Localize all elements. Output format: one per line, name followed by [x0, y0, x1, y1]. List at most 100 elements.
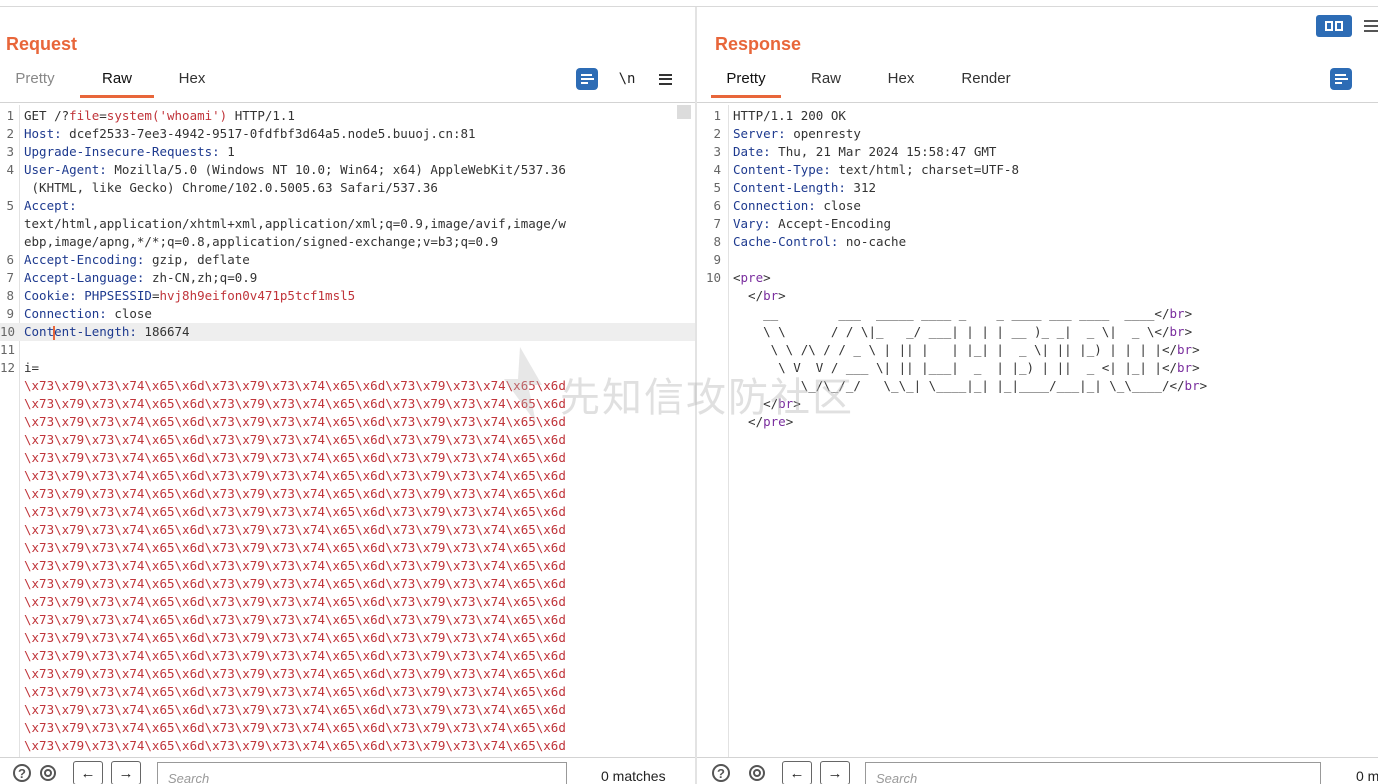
code-token: file: [69, 108, 100, 123]
tab-request-pretty[interactable]: Pretty: [6, 67, 64, 95]
code-line: \x73\x79\x73\x74\x65\x6d\x73\x79\x73\x74…: [0, 539, 695, 557]
code-token: \x73\x79\x73\x74\x65\x6d\x73\x79\x73\x74…: [24, 648, 566, 663]
code-line: 7 Vary: Accept-Encoding: [697, 215, 1378, 233]
code-line: \x73\x79\x73\x74\x65\x6d\x73\x79\x73\x74…: [0, 521, 695, 539]
response-next-match-button[interactable]: →: [819, 761, 851, 784]
line-content: Cache-Control: no-cache: [733, 233, 906, 251]
code-line: 6 Connection: close: [697, 197, 1378, 215]
code-line: \x73\x79\x73\x74\x65\x6d\x73\x79\x73\x74…: [0, 629, 695, 647]
code-token: Connection:: [24, 306, 107, 321]
code-line: 2 Host: dcef2533-7ee3-4942-9517-0fdfbf3d6…: [0, 125, 695, 143]
code-token: Connection:: [733, 198, 816, 213]
response-lines: 1 HTTP/1.1 200 OK 2 Server: openresty 3 Date:…: [697, 107, 1378, 431]
code-token: pre: [763, 414, 786, 429]
code-token: </: [733, 414, 764, 429]
line-number: 10: [705, 270, 721, 285]
line-number: 7: [6, 270, 14, 285]
line-content: Accept:: [24, 197, 77, 215]
response-match-count: 0 m: [1356, 768, 1378, 784]
code-line: 7 Accept-Language: zh-CN,zh;q=0.9: [0, 269, 695, 287]
code-token: \x73\x79\x73\x74\x65\x6d\x73\x79\x73\x74…: [24, 414, 566, 429]
request-lines: 1 GET /?file=system('whoami') HTTP/1.1 2 Ho…: [0, 107, 695, 758]
arrow-right-icon: →: [111, 761, 141, 784]
request-wrap-button[interactable]: [576, 68, 598, 90]
code-line: 4 User-Agent: Mozilla/5.0 (Windows NT 10.…: [0, 161, 695, 179]
line-number: 12: [0, 360, 16, 375]
line-number: 9: [713, 252, 721, 267]
code-token: ent-Length:: [54, 324, 137, 339]
code-token: HTTP/1.1 200 OK: [733, 108, 846, 123]
show-newlines-button[interactable]: \n: [616, 68, 638, 90]
request-next-match-button[interactable]: →: [110, 761, 142, 784]
code-line: 6 Accept-Encoding: gzip, deflate: [0, 251, 695, 269]
tab-response-raw[interactable]: Raw: [801, 67, 851, 95]
code-token: openresty: [785, 126, 861, 141]
code-token: \ \ / / \|_ _/ ___| | | | __ )_ _| _ \| …: [733, 324, 1170, 339]
code-token: \x73\x79\x73\x74\x65\x6d\x73\x79\x73\x74…: [24, 504, 566, 519]
line-content: Upgrade-Insecure-Requests: 1: [24, 143, 235, 161]
code-token: \x73\x79\x73\x74\x65\x6d\x73\x79\x73\x74…: [24, 378, 566, 393]
line-content: \x73\x79\x73\x74\x65\x6d\x73\x79\x73\x74…: [24, 665, 566, 683]
request-prev-match-button[interactable]: ←: [72, 761, 104, 784]
line-content: __ ___ _____ ____ _ _ ____ ___ ____ ____…: [733, 305, 1192, 323]
response-prev-match-button[interactable]: ←: [781, 761, 813, 784]
code-token: User-Agent:: [24, 162, 107, 177]
line-content: ebp,image/apng,*/*;q=0.8,application/sig…: [24, 233, 498, 251]
request-menu-button[interactable]: [654, 68, 676, 90]
request-search-input[interactable]: Search: [157, 762, 567, 784]
line-number: 5: [713, 180, 721, 195]
tab-response-hex[interactable]: Hex: [877, 67, 925, 95]
response-settings-button[interactable]: [745, 761, 769, 784]
response-wrap-button[interactable]: [1330, 68, 1352, 90]
code-token: no-cache: [838, 234, 907, 249]
tab-response-render[interactable]: Render: [953, 67, 1019, 95]
response-help-button[interactable]: ?: [709, 761, 733, 784]
request-settings-button[interactable]: [36, 761, 60, 784]
code-line: 3 Date: Thu, 21 Mar 2024 15:58:47 GMT: [697, 143, 1378, 161]
request-scrollbar-thumb[interactable]: [677, 105, 691, 119]
help-icon: ?: [712, 764, 730, 782]
code-line: \x73\x79\x73\x74\x65\x6d\x73\x79\x73\x74…: [0, 701, 695, 719]
tab-request-raw[interactable]: Raw: [80, 67, 154, 98]
code-token: >: [1184, 306, 1193, 321]
code-token: >: [1184, 324, 1193, 339]
code-token: br: [1177, 342, 1193, 357]
code-line: \x73\x79\x73\x74\x65\x6d\x73\x79\x73\x74…: [0, 665, 695, 683]
response-search-input[interactable]: Search: [865, 762, 1321, 784]
code-line: 9 Connection: close: [0, 305, 695, 323]
line-content: </br>: [733, 287, 786, 305]
code-line: \x73\x79\x73\x74\x65\x6d\x73\x79\x73\x74…: [0, 575, 695, 593]
tab-response-pretty[interactable]: Pretty: [711, 67, 781, 98]
code-token: >: [778, 288, 786, 303]
request-editor[interactable]: 1 GET /?file=system('whoami') HTTP/1.1 2 Ho…: [0, 105, 695, 758]
tab-request-hex[interactable]: Hex: [164, 67, 220, 95]
request-help-button[interactable]: ?: [10, 761, 34, 784]
line-content: HTTP/1.1 200 OK: [733, 107, 846, 125]
code-token: gzip, deflate: [144, 252, 250, 267]
line-number: 3: [6, 144, 14, 159]
code-token: Content-Type:: [733, 162, 831, 177]
code-line: \_/\_/_/ \_\_| \____|_| |_|____/___|_| \…: [697, 377, 1378, 395]
line-content: \x73\x79\x73\x74\x65\x6d\x73\x79\x73\x74…: [24, 611, 566, 629]
line-content: i=: [24, 359, 39, 377]
code-line: \x73\x79\x73\x74\x65\x6d\x73\x79\x73\x74…: [0, 449, 695, 467]
code-line: 5 Content-Length: 312: [697, 179, 1378, 197]
code-token: text/html,application/xhtml+xml,applicat…: [24, 216, 566, 231]
code-line: \x73\x79\x73\x74\x65\x6d\x73\x79\x73\x74…: [0, 737, 695, 755]
arrow-left-icon: ←: [73, 761, 103, 784]
line-content: Content-Type: text/html; charset=UTF-8: [733, 161, 1019, 179]
line-content: \_/\_/_/ \_\_| \____|_| |_|____/___|_| \…: [733, 377, 1207, 395]
line-content: \ \ / / \|_ _/ ___| | | | __ )_ _| _ \| …: [733, 323, 1192, 341]
text-wrap-icon: [576, 68, 598, 90]
code-line: (KHTML, like Gecko) Chrome/102.0.5005.63…: [0, 179, 695, 197]
line-content: <pre>: [733, 269, 771, 287]
code-token: \x73\x79\x73\x74\x65\x6d\x73\x79\x73\x74…: [24, 396, 566, 411]
line-content: Server: openresty: [733, 125, 861, 143]
code-token: \x73\x79\x73\x74\x65\x6d\x73\x79\x73\x74…: [24, 666, 566, 681]
line-content: \x73\x79\x73\x74\x65\x6d\x73\x79\x73\x74…: [24, 485, 566, 503]
code-token: GET /?: [24, 108, 70, 123]
line-content: \x73\x79\x73\x74\x65\x6d\x73\x79\x73\x74…: [24, 647, 566, 665]
line-content: \x73\x79\x73\x74\x65\x6d\x73\x79\x73\x74…: [24, 683, 566, 701]
line-content: \x73\x79\x73\x74\x65\x6d\x73\x79\x73\x74…: [24, 449, 566, 467]
response-editor[interactable]: 1 HTTP/1.1 200 OK 2 Server: openresty 3 Date:…: [697, 105, 1378, 758]
